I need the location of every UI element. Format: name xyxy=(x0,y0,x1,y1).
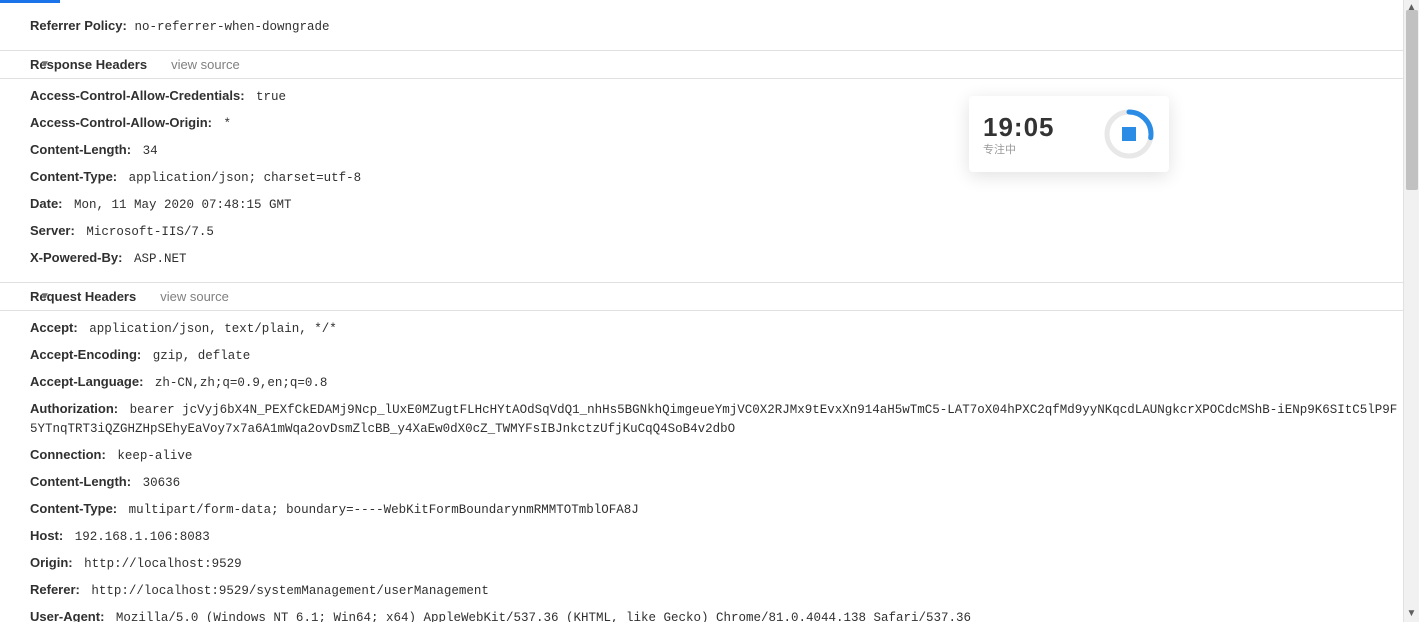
header-value: keep-alive xyxy=(110,449,193,463)
header-key: Content-Length: xyxy=(30,142,131,157)
response-headers-list: Access-Control-Allow-Credentials: trueAc… xyxy=(0,79,1403,282)
header-key: Connection: xyxy=(30,447,106,462)
disclosure-triangle-icon[interactable]: ▼ xyxy=(40,59,50,70)
focus-timer-widget[interactable]: 19:05 专注中 xyxy=(969,96,1169,172)
header-value: 34 xyxy=(135,144,158,158)
request-headers-list: Accept: application/json, text/plain, */… xyxy=(0,311,1403,622)
disclosure-triangle-icon[interactable]: ▼ xyxy=(40,291,50,302)
devtools-headers-panel[interactable]: Referrer Policy: no-referrer-when-downgr… xyxy=(0,0,1403,622)
header-row: Access-Control-Allow-Credentials: true xyxy=(30,83,1403,110)
header-key: Date: xyxy=(30,196,63,211)
header-row: Origin: http://localhost:9529 xyxy=(30,550,1403,577)
request-headers-section-header[interactable]: ▼ Request Headers view source xyxy=(0,282,1403,311)
header-row: X-Powered-By: ASP.NET xyxy=(30,245,1403,272)
header-key: Referrer Policy: xyxy=(30,18,127,33)
header-value: Microsoft-IIS/7.5 xyxy=(79,225,214,239)
header-row: Connection: keep-alive xyxy=(30,442,1403,469)
window-scrollbar[interactable]: ▲ ▼ xyxy=(1403,0,1419,622)
timer-progress-ring[interactable] xyxy=(1103,108,1155,160)
header-row: Date: Mon, 11 May 2020 07:48:15 GMT xyxy=(30,191,1403,218)
header-row-referrer-policy: Referrer Policy: no-referrer-when-downgr… xyxy=(30,13,1403,40)
header-key: Accept-Encoding: xyxy=(30,347,141,362)
header-row: Accept: application/json, text/plain, */… xyxy=(30,315,1403,342)
header-row: Accept-Encoding: gzip, deflate xyxy=(30,342,1403,369)
header-key: Access-Control-Allow-Origin: xyxy=(30,115,212,130)
view-source-link[interactable]: view source xyxy=(160,289,229,304)
response-headers-section-header[interactable]: ▼ Response Headers view source xyxy=(0,50,1403,79)
header-row: Authorization: bearer jcVyj6bX4N_PEXfCkE… xyxy=(30,396,1403,442)
header-value: gzip, deflate xyxy=(145,349,250,363)
header-value: * xyxy=(216,117,231,131)
header-value: http://localhost:9529 xyxy=(77,557,242,571)
header-row: Referer: http://localhost:9529/systemMan… xyxy=(30,577,1403,604)
header-value: http://localhost:9529/systemManagement/u… xyxy=(84,584,489,598)
general-section-tail: Referrer Policy: no-referrer-when-downgr… xyxy=(0,9,1403,50)
stop-icon[interactable] xyxy=(1122,127,1136,141)
header-key: Origin: xyxy=(30,555,73,570)
header-value: zh-CN,zh;q=0.9,en;q=0.8 xyxy=(147,376,327,390)
header-value: multipart/form-data; boundary=----WebKit… xyxy=(121,503,639,517)
header-row: Content-Type: application/json; charset=… xyxy=(30,164,1403,191)
timer-time: 19:05 xyxy=(983,112,1055,143)
header-key: Content-Length: xyxy=(30,474,131,489)
header-key: User-Agent: xyxy=(30,609,104,622)
header-row: Server: Microsoft-IIS/7.5 xyxy=(30,218,1403,245)
header-key: Access-Control-Allow-Credentials: xyxy=(30,88,245,103)
header-key: Referer: xyxy=(30,582,80,597)
scroll-down-arrow-icon[interactable]: ▼ xyxy=(1404,606,1419,622)
header-row: Content-Type: multipart/form-data; bound… xyxy=(30,496,1403,523)
header-value: application/json, text/plain, */* xyxy=(82,322,337,336)
header-row: Access-Control-Allow-Origin: * xyxy=(30,110,1403,137)
header-key: Accept-Language: xyxy=(30,374,143,389)
header-row: Content-Length: 30636 xyxy=(30,469,1403,496)
header-value: Mozilla/5.0 (Windows NT 6.1; Win64; x64)… xyxy=(108,611,971,622)
header-value: 30636 xyxy=(135,476,180,490)
header-row: Content-Length: 34 xyxy=(30,137,1403,164)
header-key: Server: xyxy=(30,223,75,238)
header-key: X-Powered-By: xyxy=(30,250,122,265)
header-value: ASP.NET xyxy=(126,252,186,266)
header-value: bearer jcVyj6bX4N_PEXfCkEDAMj9Ncp_lUxE0M… xyxy=(30,403,1397,436)
header-key: Content-Type: xyxy=(30,169,117,184)
header-key: Content-Type: xyxy=(30,501,117,516)
header-value: true xyxy=(249,90,287,104)
header-row: Host: 192.168.1.106:8083 xyxy=(30,523,1403,550)
header-value: 192.168.1.106:8083 xyxy=(67,530,210,544)
header-value: Mon, 11 May 2020 07:48:15 GMT xyxy=(67,198,292,212)
scrollbar-thumb[interactable] xyxy=(1406,10,1418,190)
header-row: Accept-Language: zh-CN,zh;q=0.9,en;q=0.8 xyxy=(30,369,1403,396)
header-key: Accept: xyxy=(30,320,78,335)
header-key: Authorization: xyxy=(30,401,118,416)
header-value: application/json; charset=utf-8 xyxy=(121,171,361,185)
header-value: no-referrer-when-downgrade xyxy=(134,20,329,34)
view-source-link[interactable]: view source xyxy=(171,57,240,72)
timer-status: 专注中 xyxy=(983,141,1055,157)
header-key: Host: xyxy=(30,528,63,543)
header-row: User-Agent: Mozilla/5.0 (Windows NT 6.1;… xyxy=(30,604,1403,622)
active-tab-indicator xyxy=(0,0,60,3)
